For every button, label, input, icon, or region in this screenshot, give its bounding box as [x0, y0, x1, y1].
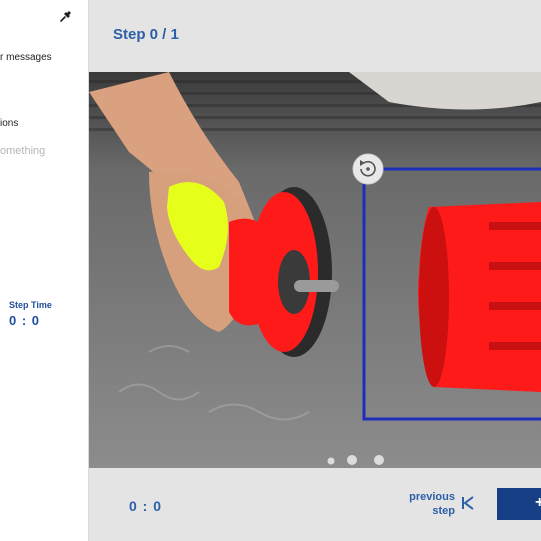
step-time-value: 0 : 0	[9, 313, 41, 328]
step-footer: 0 : 0 previous step +	[89, 468, 541, 541]
previous-step-label-line1: previous	[409, 491, 455, 503]
main-panel: Step 0 / 1 0: 0 previous step +	[89, 0, 541, 541]
options-label[interactable]: ions	[0, 118, 18, 129]
motor-rib-2	[489, 262, 541, 270]
messages-option-label[interactable]: r messages	[0, 52, 52, 63]
previous-step-label: previous step	[385, 490, 455, 518]
next-step-button[interactable]: +	[497, 488, 541, 520]
pin-icon[interactable]	[58, 8, 74, 24]
flange-body	[229, 218, 269, 326]
motor-rib-4	[489, 342, 541, 350]
previous-step-label-line2: step	[432, 505, 455, 517]
step-header: Step 0 / 1	[89, 0, 541, 72]
shaft	[294, 280, 339, 292]
next-step-symbol: +	[535, 494, 541, 511]
camera-frame	[89, 72, 541, 468]
something-input-placeholder[interactable]: omething	[0, 145, 45, 157]
step-counter: Step 0 / 1	[113, 26, 179, 43]
left-panel: r messages ions omething Step Time 0 : 0	[0, 0, 88, 541]
motor-rib-1	[489, 222, 541, 230]
step-time-label: Step Time	[9, 300, 52, 310]
elapsed-time: 0 : 0	[129, 498, 163, 514]
motor-rib-3	[489, 302, 541, 310]
motor-face	[419, 207, 449, 387]
previous-step-button[interactable]: previous step	[389, 490, 489, 520]
skip-previous-icon	[462, 496, 474, 510]
camera-viewport[interactable]	[89, 72, 541, 468]
reset-view-icon[interactable]	[352, 153, 384, 185]
